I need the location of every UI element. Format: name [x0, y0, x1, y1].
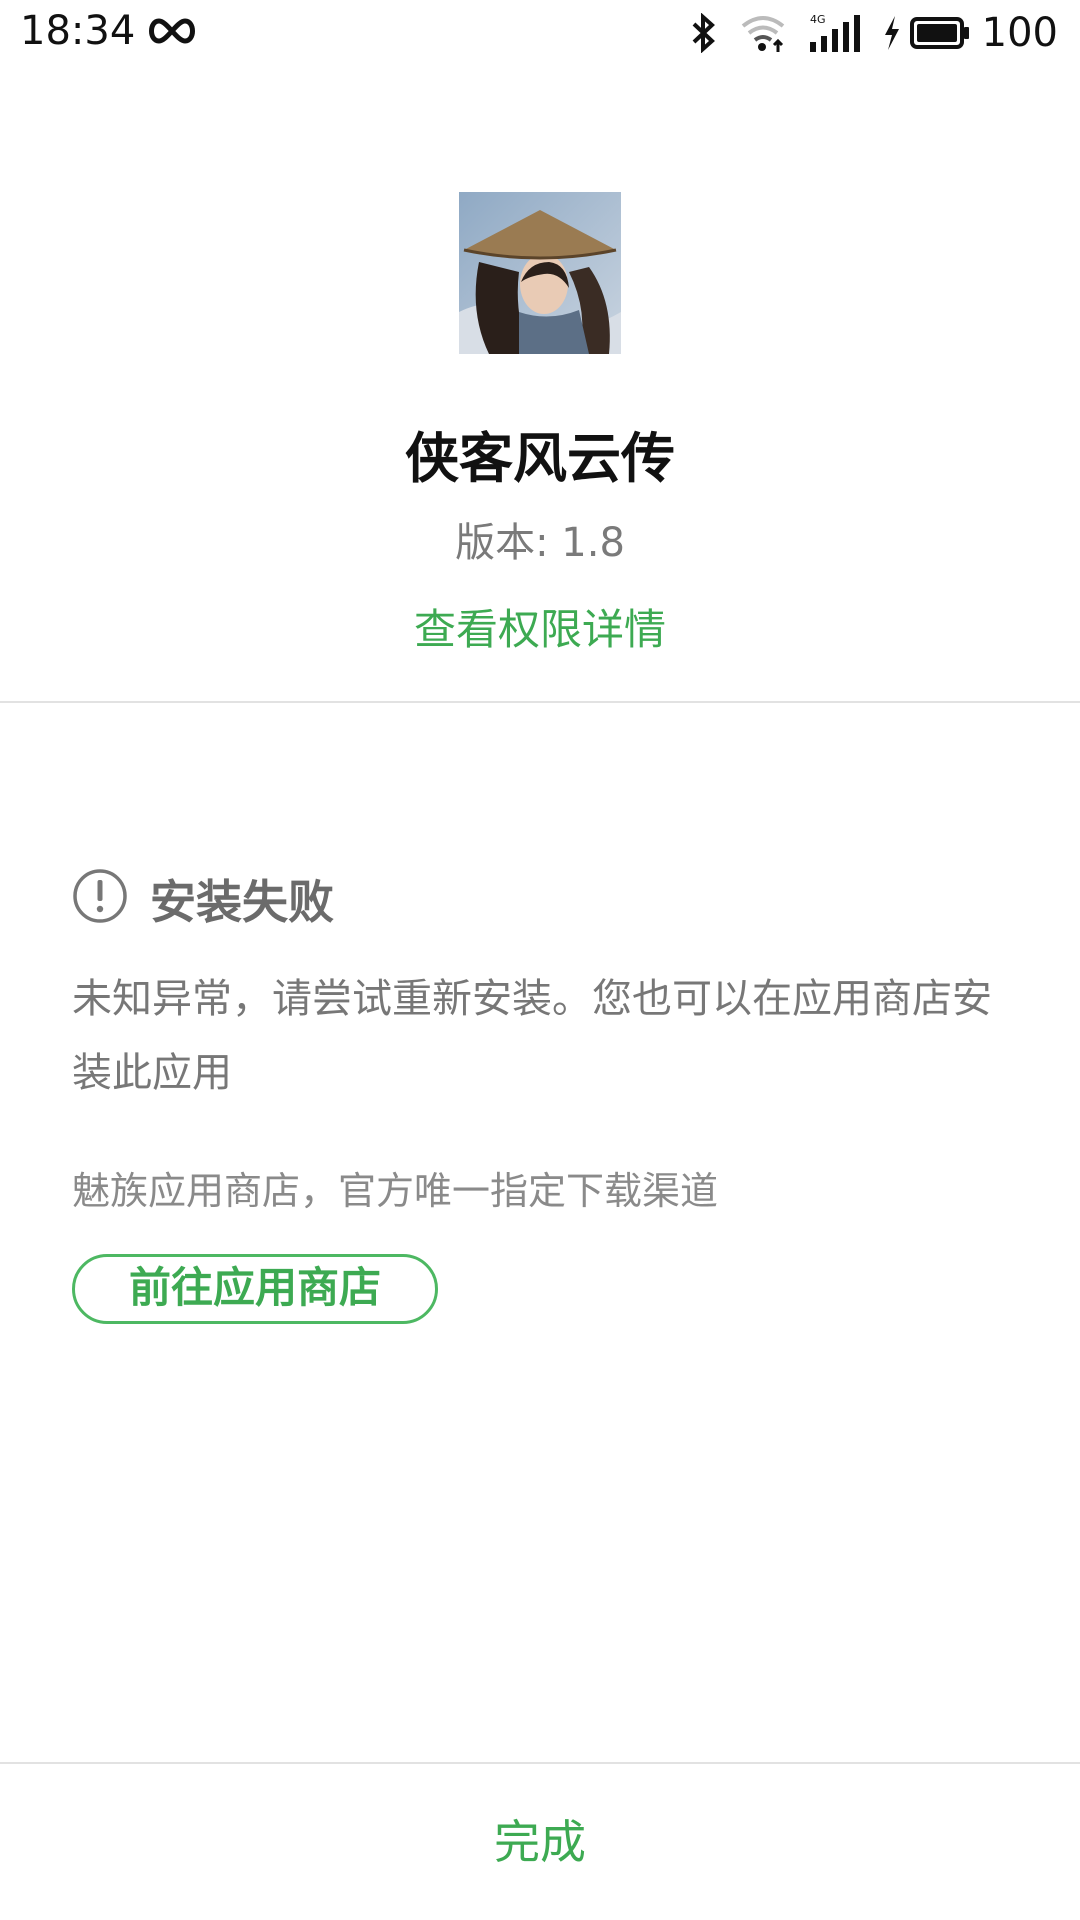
status-time: 18:34 [20, 8, 136, 54]
battery-level: 100 [981, 10, 1058, 56]
battery-icon [909, 17, 969, 49]
infinity-icon [149, 18, 195, 44]
status-icons: 4G 100 [668, 8, 1058, 58]
install-failed-title: 安装失败 [150, 875, 334, 929]
wifi-icon [741, 16, 784, 52]
app-version: 版本: 1.8 [455, 520, 625, 566]
view-permissions-link[interactable]: 查看权限详情 [0, 596, 1080, 657]
footer-divider [0, 1762, 1080, 1764]
exclamation-circle-icon [73, 869, 127, 923]
store-note: 魅族应用商店，官方唯一指定下载渠道 [72, 1169, 719, 1213]
signal-4g-icon: 4G [809, 13, 860, 52]
app-icon [459, 192, 621, 354]
done-button[interactable]: 完成 [0, 1806, 1080, 1872]
status-bar: 18:34 4G 100 [0, 0, 1080, 66]
svg-text:4G: 4G [810, 13, 826, 26]
bluetooth-icon [692, 13, 715, 53]
app-name: 侠客风云传 [405, 427, 675, 490]
install-failed-message: 未知异常，请尝试重新安装。您也可以在应用商店安装此应用 [72, 976, 992, 1096]
go-to-app-store-button[interactable]: 前往应用商店 [72, 1254, 438, 1324]
divider [0, 701, 1080, 703]
charging-icon [884, 16, 899, 50]
